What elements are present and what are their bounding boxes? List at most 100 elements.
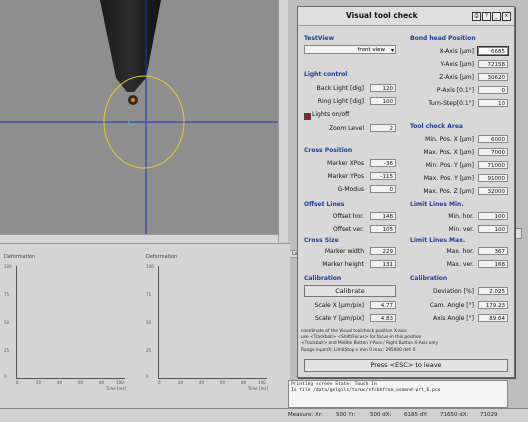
offset-lines-header: Offset Lines [304, 201, 345, 208]
min-pos-y-field[interactable]: 71000 [478, 161, 508, 169]
x-tick: 20 [178, 380, 184, 385]
zoom-label: Zoom Level [328, 125, 364, 132]
esc-leave-button[interactable]: Press <ESC> to leave [304, 359, 508, 372]
calibration-right-header: Calibration [410, 275, 448, 282]
y-tick: 100 [4, 264, 12, 269]
help-line: Range inµm/X: LimitStop x min 0 max: 295… [301, 347, 416, 353]
x-tick: 60 [220, 380, 226, 385]
offset-ver-label: Offset ver. [333, 226, 364, 233]
marker-ypos-label: Marker YPos [327, 173, 364, 180]
turn-step-field[interactable]: 10 [478, 99, 508, 107]
marker-xpos-label: Marker XPos [327, 160, 364, 167]
offset-hor-field[interactable]: 148 [370, 212, 396, 220]
dialog-titlebar[interactable]: Visual tool check ⎙? _ × [298, 7, 514, 26]
y-tick: 25 [146, 348, 152, 353]
offset-ver-field[interactable]: 105 [370, 225, 396, 233]
axis-angle-field[interactable]: 89.64 [478, 314, 508, 322]
calibration-left-header: Calibration [304, 275, 342, 282]
scale-y-label: Scale Y [µm/pix] [314, 315, 364, 322]
marker-height-label: Marker height [322, 261, 364, 268]
lights-checkbox[interactable] [304, 113, 311, 120]
limit-max-header: Limit Lines Max. [410, 237, 466, 244]
min-hor-field[interactable]: 100 [478, 212, 508, 220]
ring-light-label: Ring Light [dig] [317, 98, 364, 105]
min-pos-y-label: Min. Pos. Y [µm] [425, 162, 474, 169]
help-text: coordinate of the Visual toolcheck posit… [301, 329, 511, 355]
min-ver-field[interactable]: 100 [478, 225, 508, 233]
scale-x-field[interactable]: 4.77 [370, 301, 396, 309]
x-unit: Time [ms] [105, 386, 126, 391]
marker-xpos-field[interactable]: -36 [370, 159, 396, 167]
y-tick: 50 [146, 320, 152, 325]
max-ver-field[interactable]: 168 [478, 260, 508, 268]
x-axis-field[interactable]: 6685 [477, 46, 509, 56]
turn-step-label: Turn-Step[0.1°] [428, 100, 474, 107]
deformation-graph-1: Deformation 100 75 50 25 0 0 20 40 60 80… [4, 254, 128, 392]
x-tick: 100 [258, 380, 266, 385]
light-control-header: Light control [304, 71, 348, 78]
console-line: In file /data/gelgilc/txruc/vfcbkfrom_os… [291, 388, 441, 393]
close-icon[interactable]: × [502, 12, 511, 21]
y-tick: 100 [146, 264, 154, 269]
camera-h-scrollbar[interactable] [0, 234, 278, 243]
testview-select[interactable]: front view ▾ [304, 45, 396, 54]
y-tick: 75 [4, 292, 10, 297]
chevron-down-icon: ▾ [390, 47, 394, 54]
marker-width-field[interactable]: 229 [370, 247, 396, 255]
y-tick: 0 [146, 374, 149, 379]
testview-value: front view [357, 47, 386, 53]
x-tick: 80 [241, 380, 247, 385]
status-dy: 6185 dY: [404, 412, 428, 418]
status-ddy: 71029 [480, 412, 498, 418]
x-tick: 40 [199, 380, 205, 385]
y-axis-field[interactable]: 72158 [478, 60, 508, 68]
ring-light-field[interactable]: 100 [370, 97, 396, 105]
max-pos-x-field[interactable]: 7000 [478, 148, 508, 156]
minimize-icon[interactable]: _ [492, 12, 501, 21]
help-icon[interactable]: ? [482, 12, 491, 21]
y-tick: 25 [4, 348, 10, 353]
deviation-label: Deviation [%] [433, 288, 474, 295]
min-pos-x-field[interactable]: 6000 [478, 135, 508, 143]
graph-title: Deformation [4, 254, 36, 260]
min-pos-x-label: Min. Pos. X [µm] [425, 136, 474, 143]
status-label: Measure: Xr: [288, 412, 323, 418]
print-icon[interactable]: ⎙ [472, 12, 481, 21]
x-tick: 80 [99, 380, 105, 385]
graph-panel: Deformation 100 75 50 25 0 0 20 40 60 80… [0, 243, 290, 408]
max-pos-y-label: Max. Pos. Y [µm] [423, 175, 474, 182]
min-hor-label: Min. hor. [448, 213, 474, 220]
camera-view[interactable] [0, 0, 278, 238]
scale-y-field[interactable]: 4.83 [370, 314, 396, 322]
testview-header: TestView [304, 35, 335, 42]
y-tick: 50 [4, 320, 10, 325]
x-tick: 40 [57, 380, 63, 385]
lights-label: Lights on/off [312, 111, 350, 118]
bond-head-header: Bond head Position [410, 35, 476, 42]
y-tick: 0 [4, 374, 7, 379]
max-pos-z-field[interactable]: 32000 [478, 187, 508, 195]
max-ver-label: Max. ver. [446, 261, 474, 268]
max-pos-y-field[interactable]: 91000 [478, 174, 508, 182]
max-hor-field[interactable]: 367 [478, 247, 508, 255]
x-tick: 60 [78, 380, 84, 385]
y-axis-label: Y-Axis [µm] [440, 61, 474, 68]
zoom-field[interactable]: 2 [370, 124, 396, 132]
p-axis-field[interactable]: 0 [478, 86, 508, 94]
graph-title: Deformation [146, 254, 178, 260]
g-modus-field[interactable]: 0 [370, 185, 396, 193]
status-yr: 500 Yr: [336, 412, 356, 418]
back-light-field[interactable]: 120 [370, 84, 396, 92]
marker-ypos-field[interactable]: -115 [370, 172, 396, 180]
z-axis-field[interactable]: 30620 [478, 73, 508, 81]
calibrate-button[interactable]: Calibrate [304, 285, 396, 297]
x-tick: 20 [36, 380, 42, 385]
tool-check-area-header: Tool check Area [410, 123, 463, 130]
cam-angle-label: Cam. Angle [°] [429, 302, 474, 309]
marker-height-field[interactable]: 131 [370, 260, 396, 268]
x-axis-label: X-Axis [µm] [439, 48, 474, 55]
graph-plot-area [16, 266, 125, 379]
z-axis-label: Z-Axis [µm] [439, 74, 474, 81]
deviation-field[interactable]: 2.025 [478, 287, 508, 295]
cam-angle-field[interactable]: 179.23 [478, 301, 508, 309]
